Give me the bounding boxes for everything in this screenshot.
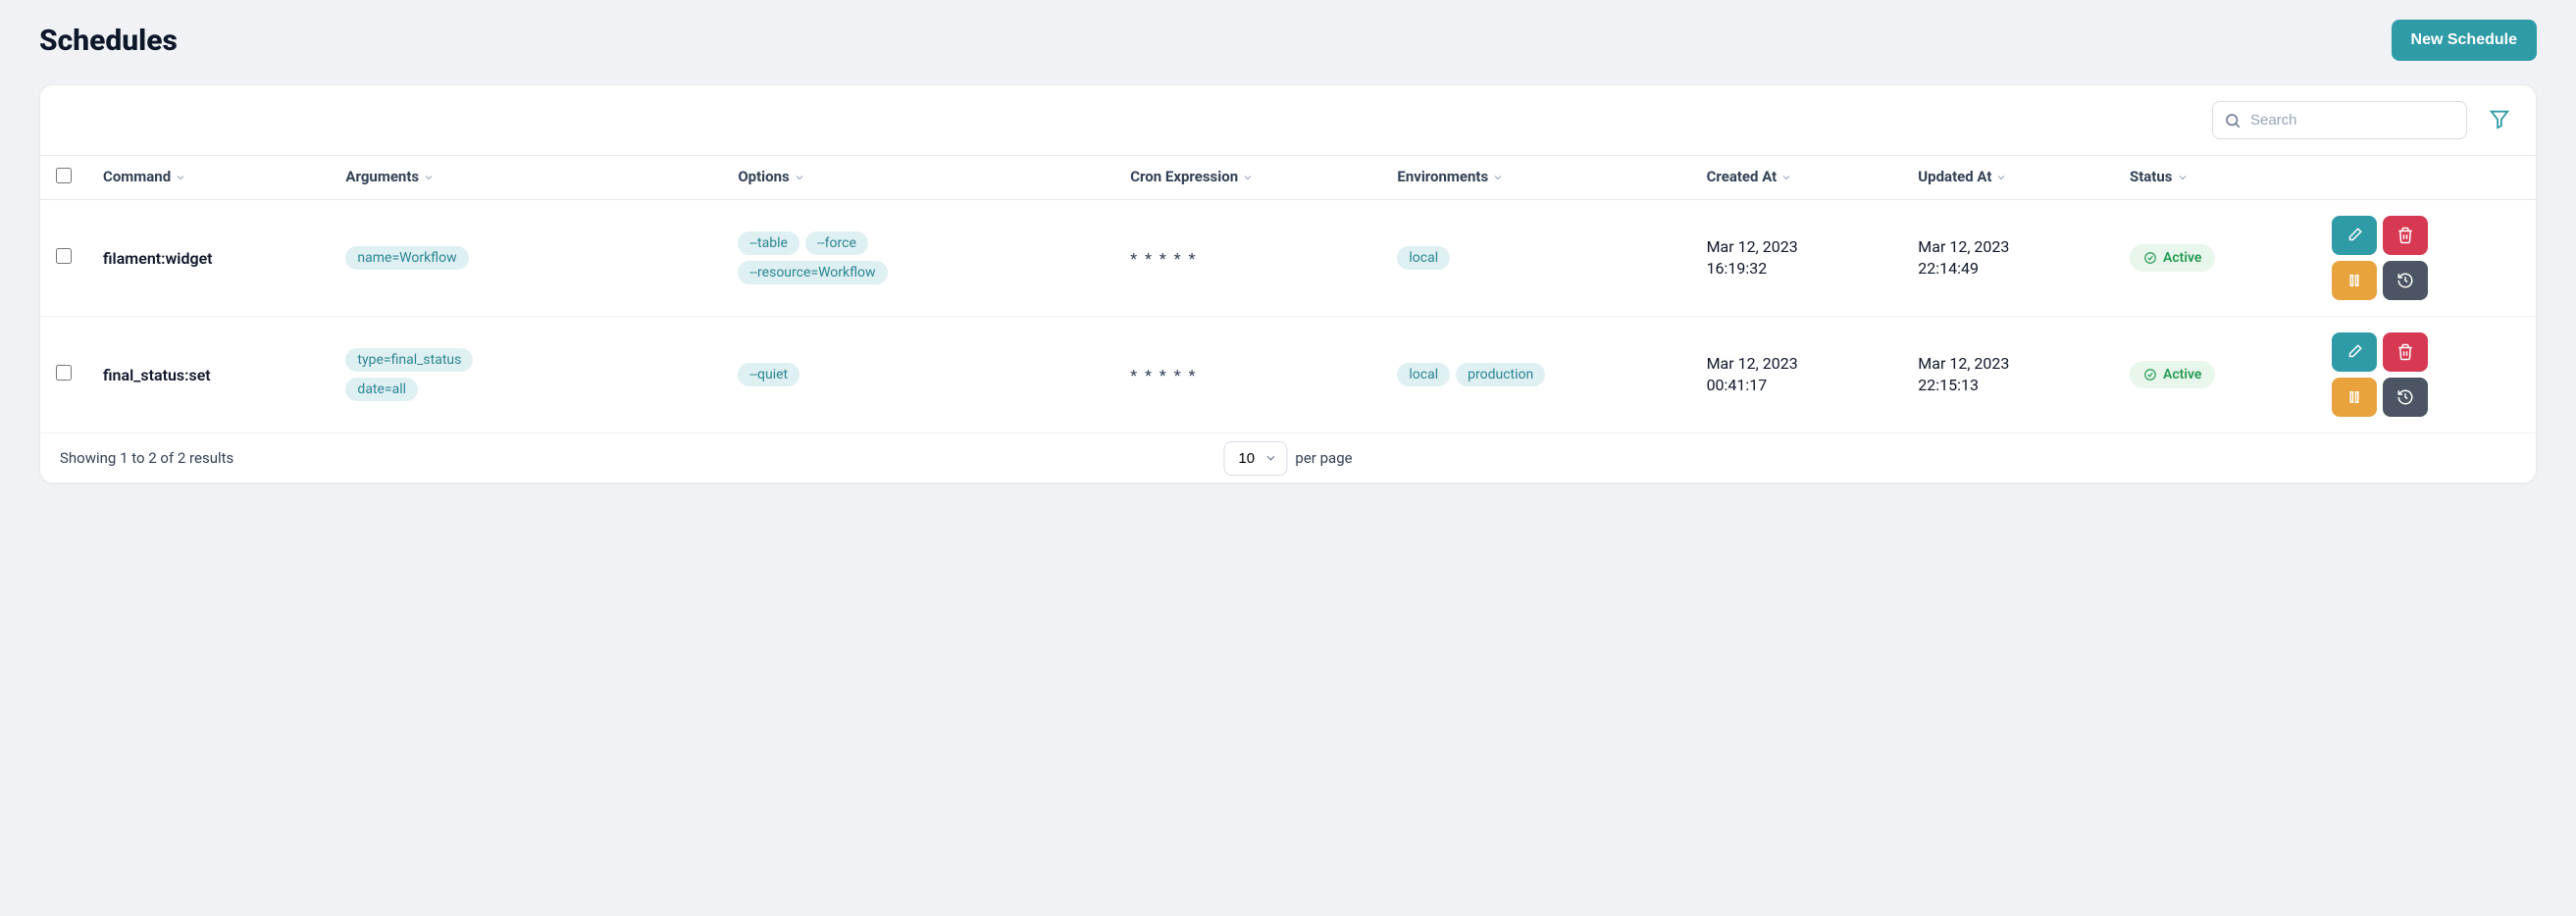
environment-pill: local [1397, 246, 1450, 270]
chevron-down-icon [175, 172, 186, 183]
select-all-checkbox[interactable] [56, 168, 72, 183]
status-badge: Active [2130, 244, 2215, 272]
chevron-down-icon [794, 172, 805, 183]
table-row: filament:widget name=Workflow --table--for… [40, 200, 2536, 317]
environment-pill: local [1397, 363, 1450, 386]
command-text: filament:widget [103, 249, 213, 268]
updated-at-text: Mar 12, 202322:15:13 [1902, 317, 2114, 433]
new-schedule-button[interactable]: New Schedule [2392, 20, 2537, 61]
chevron-down-icon [2177, 172, 2189, 183]
status-badge: Active [2130, 361, 2215, 388]
results-summary: Showing 1 to 2 of 2 results [60, 449, 233, 467]
table-row: final_status:set type=final_status date=al… [40, 317, 2536, 433]
search-icon [2224, 112, 2241, 129]
argument-pill: name=Workflow [345, 246, 468, 270]
history-button[interactable] [2383, 378, 2428, 417]
col-status[interactable]: Status [2114, 156, 2316, 200]
edit-button[interactable] [2332, 332, 2377, 372]
col-environments[interactable]: Environments [1381, 156, 1690, 200]
delete-button[interactable] [2383, 216, 2428, 255]
per-page-label: per page [1295, 449, 1352, 467]
row-checkbox[interactable] [56, 248, 72, 264]
search-input[interactable] [2212, 101, 2467, 139]
col-updated-at[interactable]: Updated At [1902, 156, 2114, 200]
col-arguments[interactable]: Arguments [330, 156, 722, 200]
cron-text: * * * * * [1130, 366, 1197, 384]
schedules-card: Command Arguments Options Cron Expressio… [39, 84, 2537, 483]
col-options[interactable]: Options [722, 156, 1114, 200]
chevron-down-icon [1995, 172, 2007, 183]
col-actions [2316, 156, 2536, 200]
pause-button[interactable] [2332, 378, 2377, 417]
argument-pill: date=all [345, 378, 418, 401]
pause-button[interactable] [2332, 261, 2377, 300]
delete-button[interactable] [2383, 332, 2428, 372]
option-pill: --quiet [738, 363, 799, 386]
col-created-at[interactable]: Created At [1691, 156, 1903, 200]
option-pill: --force [805, 231, 868, 255]
chevron-down-icon [1492, 172, 1504, 183]
history-button[interactable] [2383, 261, 2428, 300]
argument-pill: type=final_status [345, 348, 473, 372]
created-at-text: Mar 12, 202316:19:32 [1691, 200, 1903, 317]
updated-at-text: Mar 12, 202322:14:49 [1902, 200, 2114, 317]
chevron-down-icon [1780, 172, 1792, 183]
row-checkbox[interactable] [56, 365, 72, 381]
chevron-down-icon [423, 172, 435, 183]
environment-pill: production [1456, 363, 1545, 386]
chevron-down-icon [1242, 172, 1254, 183]
cron-text: * * * * * [1130, 249, 1197, 268]
option-pill: --resource=Workflow [738, 261, 887, 284]
col-command[interactable]: Command [87, 156, 330, 200]
edit-button[interactable] [2332, 216, 2377, 255]
col-checkbox [40, 156, 87, 200]
command-text: final_status:set [103, 366, 211, 384]
filter-icon [2489, 108, 2510, 129]
page-title: Schedules [39, 24, 178, 58]
schedules-table: Command Arguments Options Cron Expressio… [40, 155, 2536, 433]
created-at-text: Mar 12, 202300:41:17 [1691, 317, 1903, 433]
per-page-select[interactable]: 10 [1223, 441, 1287, 476]
filter-button[interactable] [2483, 102, 2516, 138]
col-cron[interactable]: Cron Expression [1114, 156, 1381, 200]
option-pill: --table [738, 231, 799, 255]
